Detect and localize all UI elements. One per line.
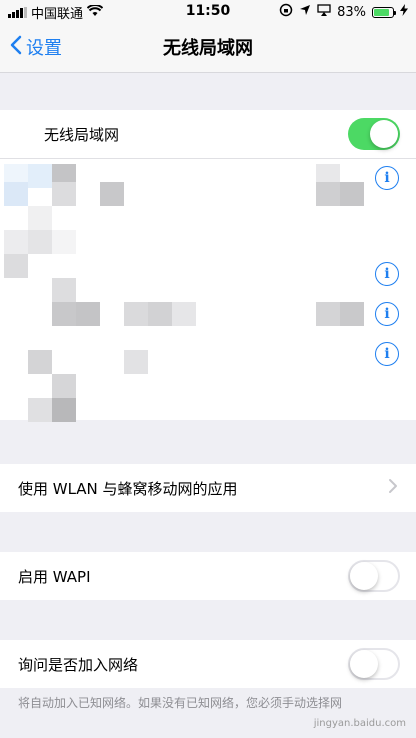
status-right: 83% <box>279 3 408 21</box>
wlan-label: 无线局域网 <box>44 126 120 144</box>
blurred-block <box>28 230 52 254</box>
wlan-toggle[interactable] <box>348 118 400 150</box>
toggle-knob <box>350 562 378 590</box>
wapi-toggle[interactable] <box>348 560 400 592</box>
info-button[interactable]: i <box>375 302 399 326</box>
blurred-block <box>52 230 76 254</box>
info-button[interactable]: i <box>375 262 399 286</box>
apps-row[interactable]: 使用 WLAN 与蜂窝移动网的应用 <box>0 464 416 512</box>
blurred-block <box>52 374 76 398</box>
chevron-right-icon <box>388 478 398 499</box>
toggle-knob <box>350 650 378 678</box>
blurred-block <box>52 302 76 326</box>
charging-icon <box>400 4 408 20</box>
blurred-block <box>4 182 28 206</box>
blurred-block <box>316 302 340 326</box>
blurred-block <box>172 302 196 326</box>
blurred-block <box>76 302 100 326</box>
wlan-row: 无线局域网 <box>0 110 416 158</box>
divider <box>0 158 416 159</box>
blurred-block <box>28 398 52 422</box>
ask-join-row: 询问是否加入网络 <box>0 640 416 688</box>
battery-fill <box>374 8 389 16</box>
ask-join-label: 询问是否加入网络 <box>18 656 139 674</box>
status-bar: 中国联通 11:50 83% <box>0 0 416 22</box>
info-button[interactable]: i <box>375 166 399 190</box>
blurred-block <box>4 254 28 278</box>
network-list: i i i i <box>0 158 416 422</box>
wapi-row: 启用 WAPI <box>0 552 416 600</box>
page-title: 无线局域网 <box>163 38 253 59</box>
battery-icon <box>372 6 396 18</box>
blurred-block <box>52 182 76 206</box>
footer-note: 将自动加入已知网络。如果没有已知网络，您必须手动选择网 <box>18 696 343 710</box>
toggle-knob <box>370 120 398 148</box>
blurred-block <box>100 182 124 206</box>
ask-join-toggle[interactable] <box>348 648 400 680</box>
blurred-block <box>148 302 172 326</box>
wapi-label: 启用 WAPI <box>18 568 91 586</box>
apps-label: 使用 WLAN 与蜂窝移动网的应用 <box>18 480 238 498</box>
airplay-icon <box>317 4 331 20</box>
battery-percent: 83% <box>337 4 366 20</box>
blurred-block <box>340 182 364 206</box>
blurred-block <box>316 182 340 206</box>
blurred-block <box>52 278 76 302</box>
lock-rotation-icon <box>279 3 293 21</box>
navigation-bar: 设置 无线局域网 <box>0 22 416 73</box>
blurred-block <box>124 350 148 374</box>
watermark: jingyan.baidu.com <box>313 718 406 729</box>
blurred-block <box>28 206 52 230</box>
blurred-block <box>340 302 364 326</box>
blurred-block <box>124 302 148 326</box>
blurred-block <box>28 164 52 188</box>
blurred-block <box>28 350 52 374</box>
blurred-block <box>4 230 28 254</box>
info-button[interactable]: i <box>375 342 399 366</box>
blurred-block <box>52 398 76 422</box>
location-icon <box>299 4 311 20</box>
